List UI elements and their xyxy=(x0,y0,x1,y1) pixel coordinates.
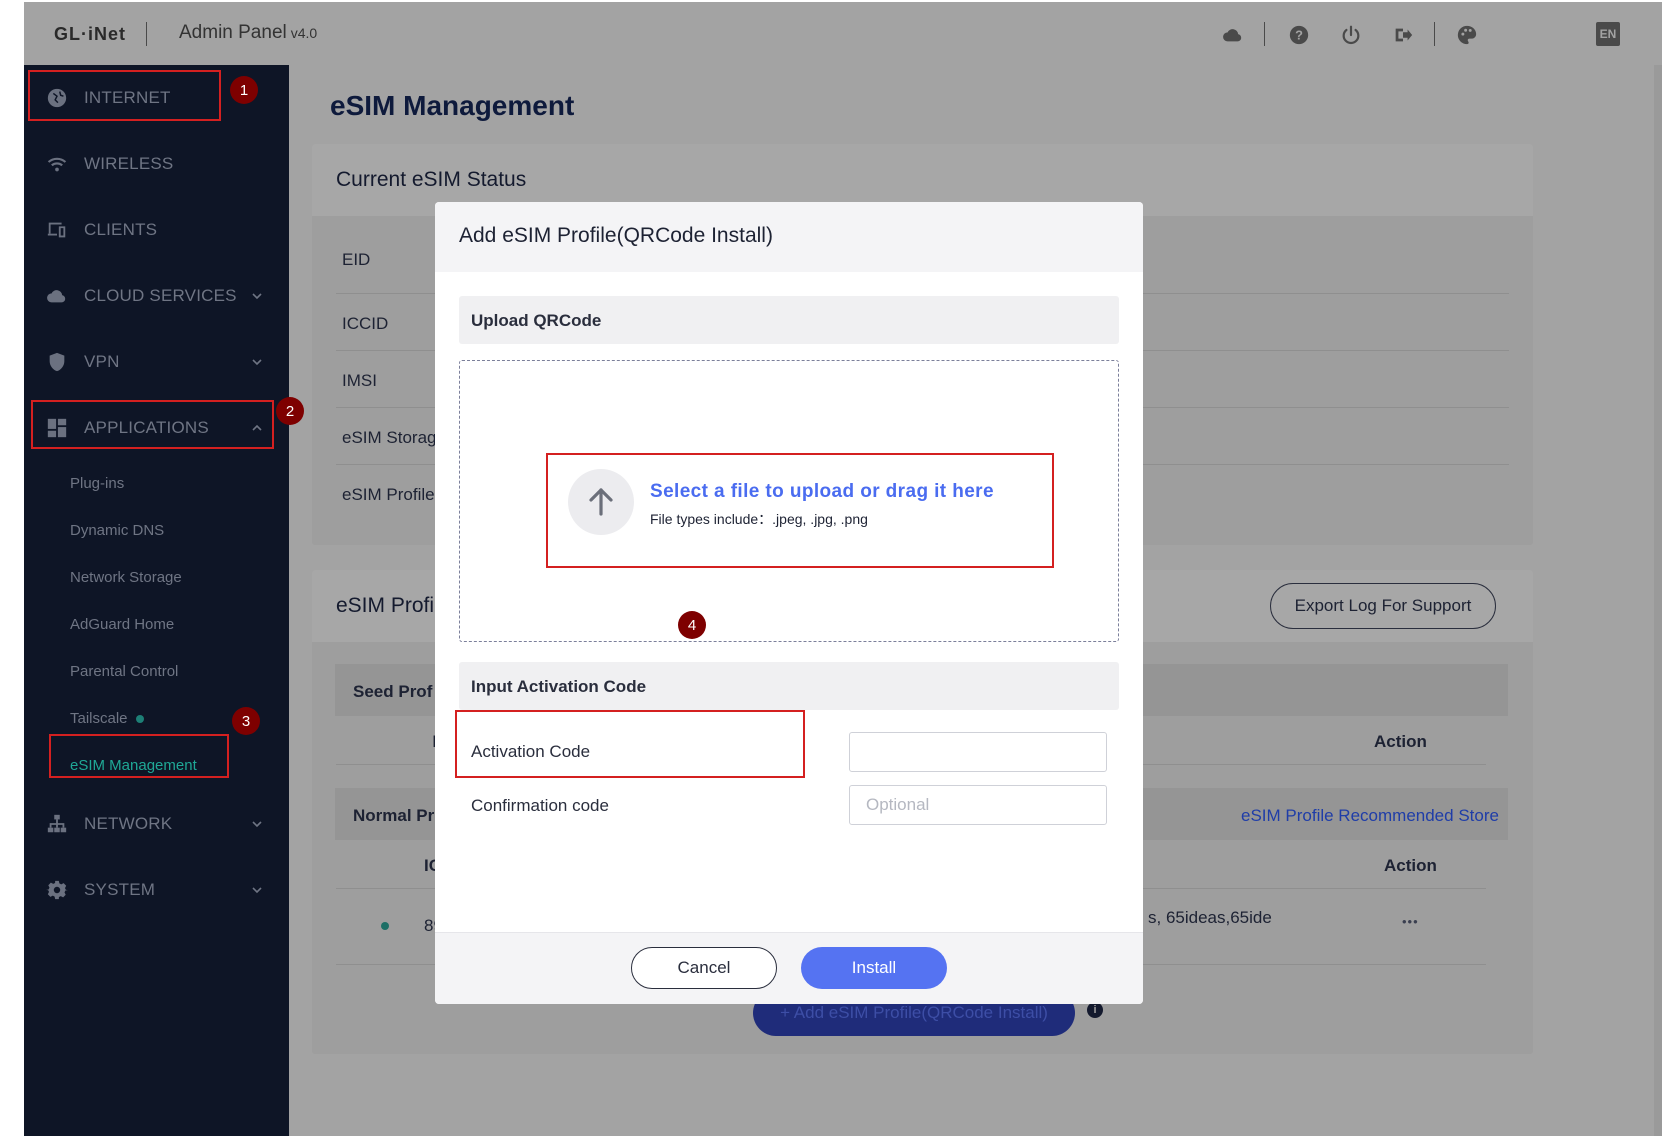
upload-section-title: Upload QRCode xyxy=(471,311,602,330)
header-divider xyxy=(146,22,147,46)
power-icon[interactable] xyxy=(1338,22,1364,48)
devices-icon xyxy=(46,219,68,241)
esim-storage-label: eSIM Storag xyxy=(342,428,437,447)
normal-profile-title: Normal Pr xyxy=(353,806,435,825)
sidebar-sub-label: Tailscale xyxy=(70,710,128,727)
svg-text:?: ? xyxy=(1295,28,1303,43)
language-button[interactable]: EN xyxy=(1596,22,1620,46)
logout-icon[interactable] xyxy=(1390,22,1416,48)
seed-profile-title: Seed Prof xyxy=(353,682,433,701)
sidebar-item-label: CLOUD SERVICES xyxy=(84,286,237,305)
qrcode-dropzone[interactable]: Select a file to upload or drag it here … xyxy=(459,360,1119,642)
sidebar-item-label: SYSTEM xyxy=(84,880,156,899)
palette-icon[interactable] xyxy=(1454,22,1480,48)
sidebar-item-clients[interactable]: CLIENTS xyxy=(24,197,289,263)
help-icon[interactable]: ? xyxy=(1286,22,1312,48)
annotation-marker: 4 xyxy=(678,611,706,639)
sidebar: INTERNET WIRELESS CLIENTS CLOUD SERVICES… xyxy=(24,65,289,1136)
annotation-marker: 1 xyxy=(230,76,258,104)
header-divider xyxy=(1264,22,1265,46)
add-esim-profile-dialog: Add eSIM Profile(QRCode Install) Upload … xyxy=(435,202,1143,1004)
sidebar-item-cloud-services[interactable]: CLOUD SERVICES xyxy=(24,263,289,329)
chevron-down-icon xyxy=(250,355,264,369)
esim-profile-label: eSIM Profile xyxy=(342,485,435,504)
chevron-down-icon xyxy=(250,883,264,897)
annotation-box xyxy=(455,710,805,778)
app-window: GL·iNet Admin Panel v4.0 ? EN INTERNET W… xyxy=(24,2,1662,1136)
eid-label: EID xyxy=(342,250,371,269)
sidebar-sub-adguard-home[interactable]: AdGuard Home xyxy=(70,616,174,633)
recommended-store-link[interactable]: eSIM Profile Recommended Store xyxy=(1241,806,1499,826)
dialog-title: Add eSIM Profile(QRCode Install) xyxy=(459,224,773,247)
dialog-header: Add eSIM Profile(QRCode Install) xyxy=(435,202,1143,272)
network-icon xyxy=(46,813,68,835)
status-dot xyxy=(135,715,144,724)
sidebar-item-wireless[interactable]: WIRELESS xyxy=(24,131,289,197)
page-title: eSIM Management xyxy=(330,90,575,121)
version-label: v4.0 xyxy=(290,25,318,41)
page-scrollbar[interactable] xyxy=(1654,65,1662,1136)
profile-row-text: s, 65ideas,65ide xyxy=(1148,908,1272,927)
brand-logo: GL·iNet xyxy=(54,24,126,44)
header-divider xyxy=(1434,22,1435,46)
chevron-down-icon xyxy=(250,817,264,831)
sidebar-sub-dynamic-dns[interactable]: Dynamic DNS xyxy=(70,522,164,539)
profile-card-title: eSIM Profi xyxy=(336,594,435,617)
sidebar-sub-parental-control[interactable]: Parental Control xyxy=(70,663,178,680)
sidebar-sub-network-storage[interactable]: Network Storage xyxy=(70,569,182,586)
annotation-marker: 3 xyxy=(232,707,260,735)
annotation-box xyxy=(31,400,274,449)
sidebar-sub-plugins[interactable]: Plug-ins xyxy=(70,475,124,492)
sidebar-item-label: NETWORK xyxy=(84,814,173,833)
chevron-down-icon xyxy=(250,289,264,303)
cancel-button[interactable]: Cancel xyxy=(631,947,777,989)
activation-section-header: Input Activation Code xyxy=(459,662,1119,710)
cloud-icon xyxy=(46,285,68,307)
sidebar-item-system[interactable]: SYSTEM xyxy=(24,857,289,923)
gear-icon xyxy=(46,879,68,901)
shield-icon xyxy=(46,351,68,373)
status-dot xyxy=(381,922,389,930)
dialog-footer: Cancel Install xyxy=(435,932,1143,1004)
sidebar-item-label: WIRELESS xyxy=(84,154,174,173)
annotation-box xyxy=(49,734,229,778)
activation-code-input[interactable] xyxy=(849,732,1107,772)
panel-title: Admin Panel v4.0 xyxy=(179,22,317,44)
seed-action-header: Action xyxy=(1374,732,1427,751)
normal-action-header: Action xyxy=(1384,856,1437,875)
status-card-title: Current eSIM Status xyxy=(336,168,527,191)
confirmation-code-label: Confirmation code xyxy=(471,796,609,815)
activation-section-title: Input Activation Code xyxy=(471,677,647,696)
annotation-box xyxy=(546,453,1054,568)
iccid-label: ICCID xyxy=(342,314,389,333)
sidebar-item-vpn[interactable]: VPN xyxy=(24,329,289,395)
confirmation-code-input[interactable] xyxy=(849,785,1107,825)
cloud-icon[interactable] xyxy=(1220,22,1246,48)
sidebar-item-network[interactable]: NETWORK xyxy=(24,791,289,857)
panel-title-text: Admin Panel xyxy=(179,22,287,43)
install-button[interactable]: Install xyxy=(801,947,947,989)
more-options-icon[interactable]: ••• xyxy=(1402,914,1419,929)
imsi-label: IMSI xyxy=(342,371,377,390)
annotation-marker: 2 xyxy=(276,397,304,425)
info-icon[interactable]: i xyxy=(1087,1002,1103,1018)
sidebar-item-label: VPN xyxy=(84,352,120,371)
upload-section-header: Upload QRCode xyxy=(459,296,1119,344)
wifi-icon xyxy=(46,153,68,175)
sidebar-sub-tailscale[interactable]: Tailscale xyxy=(70,710,144,727)
annotation-box xyxy=(28,70,221,121)
export-log-button[interactable]: Export Log For Support xyxy=(1270,583,1496,629)
sidebar-item-label: CLIENTS xyxy=(84,220,158,239)
top-header: GL·iNet Admin Panel v4.0 ? EN xyxy=(24,2,1662,65)
